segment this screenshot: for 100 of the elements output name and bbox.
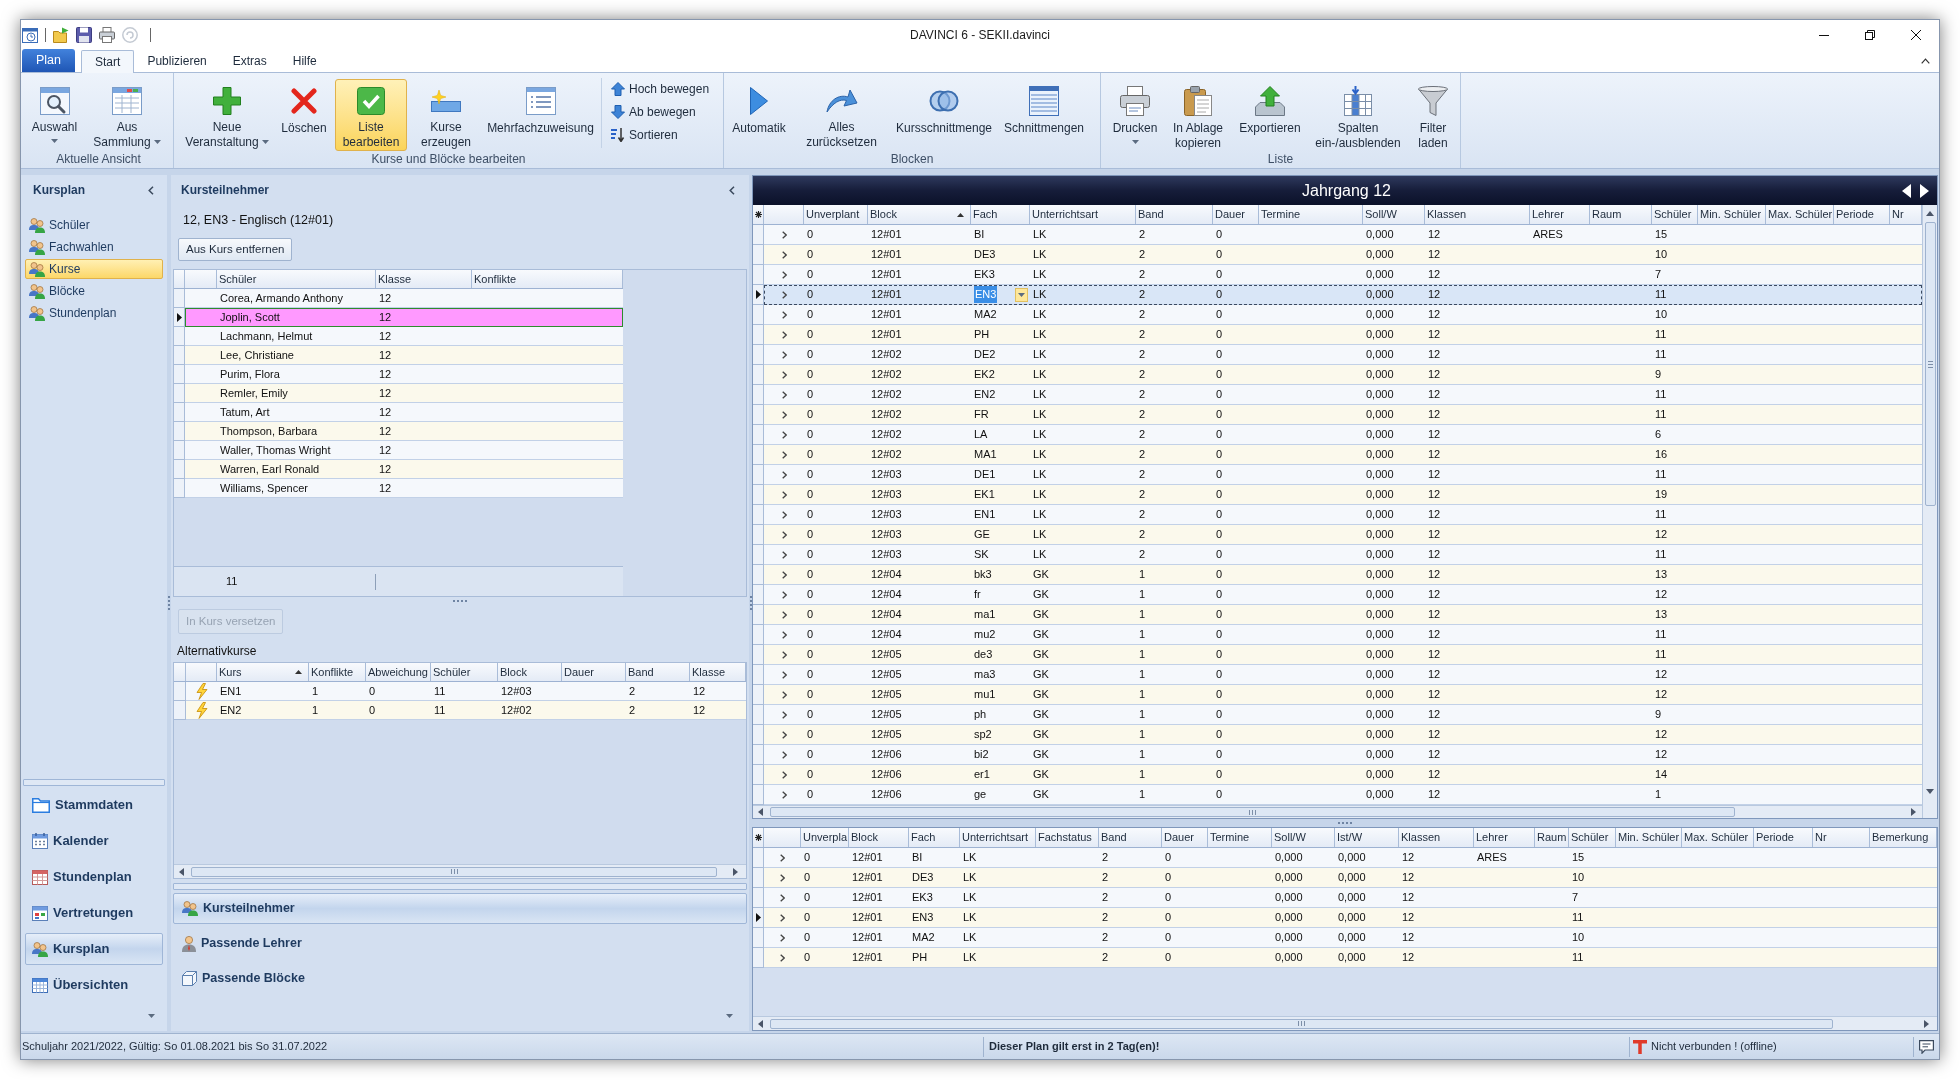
ribbon-button[interactable]: Liste bearbeiten xyxy=(335,79,407,151)
column-header[interactable]: Klassen xyxy=(1425,205,1530,224)
horizontal-scrollbar[interactable] xyxy=(174,864,746,878)
scroll-left-icon[interactable] xyxy=(179,867,184,876)
printer-icon[interactable] xyxy=(99,27,115,43)
view-button[interactable]: Passende Blöcke xyxy=(173,963,747,994)
scroll-right-icon[interactable] xyxy=(1911,808,1916,816)
ribbon-button[interactable]: Exportieren xyxy=(1235,79,1305,151)
scroll-up-icon[interactable] xyxy=(1926,211,1934,216)
column-header[interactable]: Unverpla xyxy=(801,828,849,847)
column-header[interactable]: Unterrichtsart xyxy=(1030,205,1136,224)
chevron-right-icon[interactable] xyxy=(781,270,787,279)
speech-bubble-icon[interactable] xyxy=(1919,1039,1934,1054)
chevron-up-icon[interactable] xyxy=(1921,58,1930,64)
ribbon-button[interactable]: Filter laden xyxy=(1411,79,1455,151)
scroll-right-icon[interactable] xyxy=(733,867,738,876)
chevron-right-icon[interactable] xyxy=(781,770,787,779)
scroll-left-icon[interactable] xyxy=(758,1019,763,1028)
chevron-right-icon[interactable] xyxy=(781,370,787,379)
column-header[interactable]: Klasse xyxy=(690,663,746,681)
column-header[interactable]: Konflikte xyxy=(309,663,366,681)
column-header[interactable]: Band xyxy=(1136,205,1213,224)
column-header[interactable]: Block xyxy=(849,828,909,847)
ribbon-tab[interactable]: Hilfe xyxy=(279,49,330,72)
ribbon-button[interactable]: Mehrfachzuweisung xyxy=(485,79,596,151)
chevron-left-icon[interactable] xyxy=(729,185,735,195)
chevron-right-icon[interactable] xyxy=(781,330,787,339)
remove-button[interactable]: Aus Kurs entfernen xyxy=(178,238,293,261)
chevron-right-icon[interactable] xyxy=(781,510,787,519)
chevron-right-icon[interactable] xyxy=(781,470,787,479)
scrollbar-thumb[interactable] xyxy=(770,1018,1833,1029)
nav-item[interactable]: Kurse xyxy=(25,259,163,279)
column-header[interactable]: Block xyxy=(498,663,562,681)
column-header[interactable]: Unterrichtsart xyxy=(960,828,1036,847)
grip-dots-icon[interactable] xyxy=(749,596,752,610)
column-header[interactable]: Max. Schüler xyxy=(1682,828,1754,847)
chevron-right-icon[interactable] xyxy=(781,730,787,739)
splitter[interactable] xyxy=(173,883,747,890)
chevron-right-icon[interactable] xyxy=(781,410,787,419)
module-button[interactable]: Kursplan xyxy=(25,933,163,965)
caret-down-icon[interactable] xyxy=(148,1014,155,1018)
horizontal-scrollbar[interactable] xyxy=(753,805,1922,818)
column-header[interactable]: Schüler xyxy=(1652,205,1698,224)
chevron-right-icon[interactable] xyxy=(780,873,785,882)
nav-item[interactable]: Blöcke xyxy=(25,281,163,301)
nav-item[interactable]: Stundenplan xyxy=(25,303,163,323)
column-header[interactable]: Dauer xyxy=(1213,205,1259,224)
chevron-right-icon[interactable] xyxy=(780,953,785,962)
ribbon-button[interactable]: Löschen xyxy=(278,79,330,151)
row-selector[interactable] xyxy=(753,908,764,928)
triangle-right-icon[interactable] xyxy=(1920,183,1929,198)
scroll-down-icon[interactable] xyxy=(1926,789,1934,794)
triangle-left-icon[interactable] xyxy=(1902,183,1911,198)
ribbon-button[interactable]: Alles zurücksetzen xyxy=(794,79,889,151)
ribbon-button[interactable]: Kursschnittmenge xyxy=(894,79,994,151)
chevron-right-icon[interactable] xyxy=(780,913,785,922)
save-icon[interactable] xyxy=(76,27,92,43)
chevron-right-icon[interactable] xyxy=(781,630,787,639)
chevron-right-icon[interactable] xyxy=(781,530,787,539)
module-button[interactable]: Vertretungen xyxy=(25,897,163,929)
chevron-right-icon[interactable] xyxy=(781,750,787,759)
dropdown-button[interactable] xyxy=(1015,287,1028,302)
chevron-right-icon[interactable] xyxy=(781,790,787,799)
chevron-right-icon[interactable] xyxy=(780,893,785,902)
module-button[interactable]: Stammdaten xyxy=(25,789,163,821)
column-header[interactable]: Ist/W xyxy=(1335,828,1399,847)
chevron-right-icon[interactable] xyxy=(781,350,787,359)
column-header[interactable]: Fachstatus xyxy=(1036,828,1099,847)
chevron-right-icon[interactable] xyxy=(781,490,787,499)
scrollbar-thumb[interactable] xyxy=(191,866,717,877)
chevron-right-icon[interactable] xyxy=(781,590,787,599)
scrollbar-thumb[interactable] xyxy=(770,807,1735,817)
scroll-left-icon[interactable] xyxy=(758,808,763,816)
column-header[interactable]: Periode xyxy=(1834,205,1890,224)
row-selector[interactable] xyxy=(753,285,764,305)
chevron-right-icon[interactable] xyxy=(781,690,787,699)
splitter[interactable] xyxy=(23,779,165,786)
column-header[interactable]: Termine xyxy=(1259,205,1363,224)
caret-down-icon[interactable] xyxy=(726,1014,733,1018)
ribbon-button[interactable]: Neue Veranstaltung xyxy=(181,79,273,151)
column-header[interactable]: Kurs xyxy=(217,663,309,681)
scroll-right-icon[interactable] xyxy=(1924,1019,1929,1028)
module-button[interactable]: Stundenplan xyxy=(25,861,163,893)
row-selector[interactable] xyxy=(174,308,185,327)
module-button[interactable]: Übersichten xyxy=(25,969,163,1001)
ribbon-button[interactable]: In Ablage kopieren xyxy=(1165,79,1231,151)
column-header[interactable]: Lehrer xyxy=(1474,828,1535,847)
ribbon-button[interactable]: Hoch bewegen xyxy=(607,77,714,100)
column-header[interactable]: Nr xyxy=(1813,828,1870,847)
ribbon-button[interactable]: Automatik xyxy=(729,79,789,151)
nav-item[interactable]: Fachwahlen xyxy=(25,237,163,257)
column-header[interactable]: Unverplant xyxy=(804,205,868,224)
view-button[interactable]: Passende Lehrer xyxy=(173,928,747,959)
column-header[interactable]: Soll/W xyxy=(1272,828,1335,847)
column-header[interactable]: Min. Schüler xyxy=(1616,828,1682,847)
ribbon-button[interactable]: Kurse erzeugen xyxy=(412,79,480,151)
chevron-left-icon[interactable] xyxy=(148,185,154,195)
ribbon-button[interactable]: Drucken xyxy=(1109,79,1161,151)
ribbon-tab[interactable]: Extras xyxy=(219,49,280,72)
ribbon-tab[interactable]: Publizieren xyxy=(134,49,220,72)
